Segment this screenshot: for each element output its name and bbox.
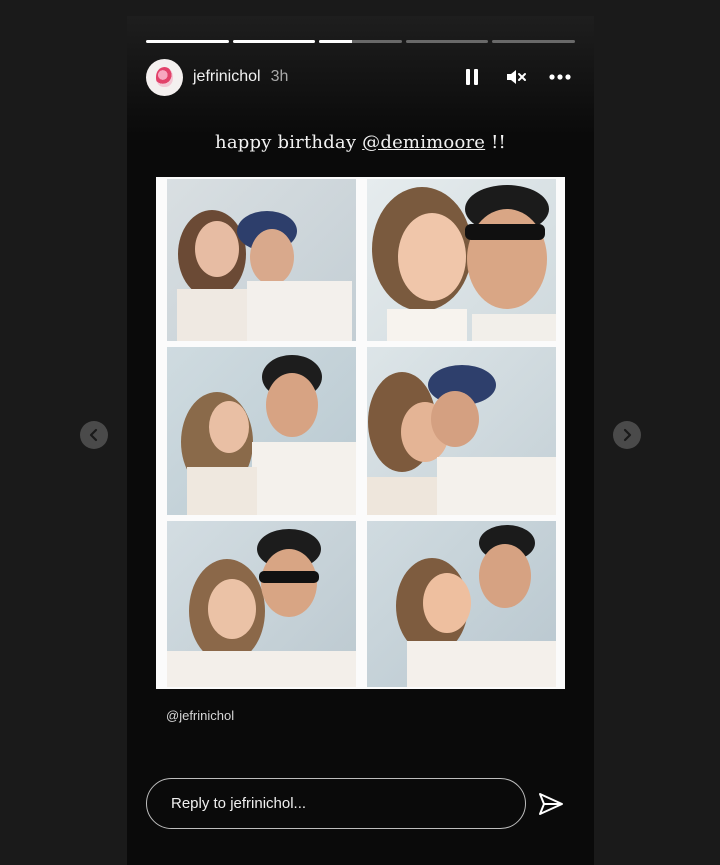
chevron-right-icon[interactable] — [613, 421, 641, 449]
photo-frame — [367, 179, 556, 341]
reply-bar[interactable] — [146, 778, 526, 829]
username[interactable]: jefrinichol — [193, 68, 261, 86]
time-ago: 3h — [270, 68, 289, 85]
send-paper-plane-icon[interactable] — [537, 790, 565, 818]
caption-sticker: happy birthday @demimoore !! — [127, 132, 594, 153]
progress-segment — [146, 40, 229, 43]
story-controls — [461, 66, 575, 88]
progress-segment — [319, 40, 402, 43]
progress-segment — [232, 40, 316, 43]
chevron-left-icon[interactable] — [80, 421, 108, 449]
progress-segment — [492, 40, 575, 43]
avatar-image — [156, 66, 173, 87]
photo-booth-strip — [156, 177, 565, 689]
story-header: jefrinichol 3h — [146, 58, 575, 96]
reply-input[interactable] — [171, 795, 525, 812]
photo-frame — [167, 179, 356, 341]
muted-speaker-icon[interactable] — [505, 66, 527, 88]
photo-frame — [367, 521, 556, 687]
avatar[interactable] — [146, 58, 183, 96]
photo-credit[interactable]: @jefrinichol — [166, 708, 234, 723]
story-progress-bar — [146, 40, 575, 43]
progress-fill — [146, 40, 229, 43]
pause-icon[interactable] — [461, 66, 483, 88]
story-viewer[interactable]: jefrinichol 3h happy birthday @demimoore… — [127, 16, 594, 865]
progress-segment — [405, 40, 489, 43]
photo-frame — [367, 347, 556, 515]
caption-text: happy birthday — [215, 132, 363, 153]
more-horizontal-icon[interactable] — [549, 66, 571, 88]
caption-suffix: !! — [485, 132, 506, 153]
photo-frame — [167, 521, 356, 687]
progress-fill — [319, 40, 353, 43]
progress-fill — [232, 40, 316, 43]
mention-link[interactable]: @demimoore — [362, 132, 485, 153]
photo-frame — [167, 347, 356, 515]
